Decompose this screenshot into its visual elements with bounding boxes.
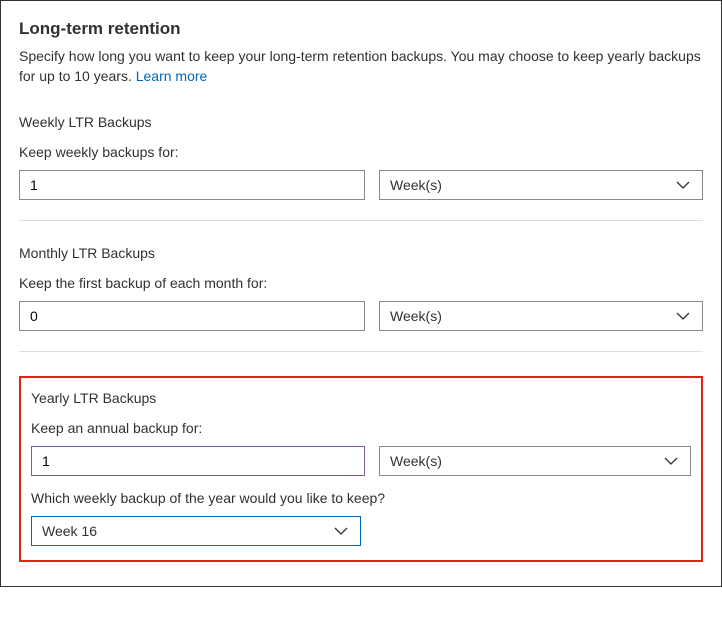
yearly-heading: Yearly LTR Backups <box>31 390 691 406</box>
weekly-heading: Weekly LTR Backups <box>19 114 703 130</box>
weekly-unit-text: Week(s) <box>390 177 442 193</box>
monthly-unit-select[interactable]: Week(s) <box>379 301 703 331</box>
weekly-label: Keep weekly backups for: <box>19 144 703 160</box>
monthly-row: Week(s) <box>19 301 703 331</box>
weekly-unit-wrap: Week(s) <box>379 170 703 200</box>
divider <box>19 220 703 221</box>
ltr-panel: Long-term retention Specify how long you… <box>0 0 722 587</box>
monthly-value-input[interactable] <box>19 301 365 331</box>
yearly-label: Keep an annual backup for: <box>31 420 691 436</box>
monthly-label: Keep the first backup of each month for: <box>19 275 703 291</box>
divider <box>19 351 703 352</box>
yearly-which-label: Which weekly backup of the year would yo… <box>31 490 691 506</box>
weekly-unit-select[interactable]: Week(s) <box>379 170 703 200</box>
panel-title: Long-term retention <box>19 19 703 39</box>
chevron-down-icon <box>664 457 678 465</box>
yearly-unit-select[interactable]: Week(s) <box>379 446 691 476</box>
learn-more-link[interactable]: Learn more <box>136 68 208 84</box>
chevron-down-icon <box>676 181 690 189</box>
monthly-unit-text: Week(s) <box>390 308 442 324</box>
yearly-value-input[interactable] <box>31 446 365 476</box>
panel-description: Specify how long you want to keep your l… <box>19 47 703 86</box>
chevron-down-icon <box>676 312 690 320</box>
yearly-which-row: Week 16 <box>31 516 691 546</box>
yearly-unit-text: Week(s) <box>390 453 442 469</box>
yearly-unit-wrap: Week(s) <box>379 446 691 476</box>
yearly-row: Week(s) <box>31 446 691 476</box>
weekly-row: Week(s) <box>19 170 703 200</box>
monthly-heading: Monthly LTR Backups <box>19 245 703 261</box>
chevron-down-icon <box>334 527 348 535</box>
monthly-unit-wrap: Week(s) <box>379 301 703 331</box>
yearly-which-text: Week 16 <box>42 523 97 539</box>
yearly-highlight: Yearly LTR Backups Keep an annual backup… <box>19 376 703 562</box>
description-text: Specify how long you want to keep your l… <box>19 48 701 84</box>
yearly-which-select[interactable]: Week 16 <box>31 516 361 546</box>
weekly-value-input[interactable] <box>19 170 365 200</box>
